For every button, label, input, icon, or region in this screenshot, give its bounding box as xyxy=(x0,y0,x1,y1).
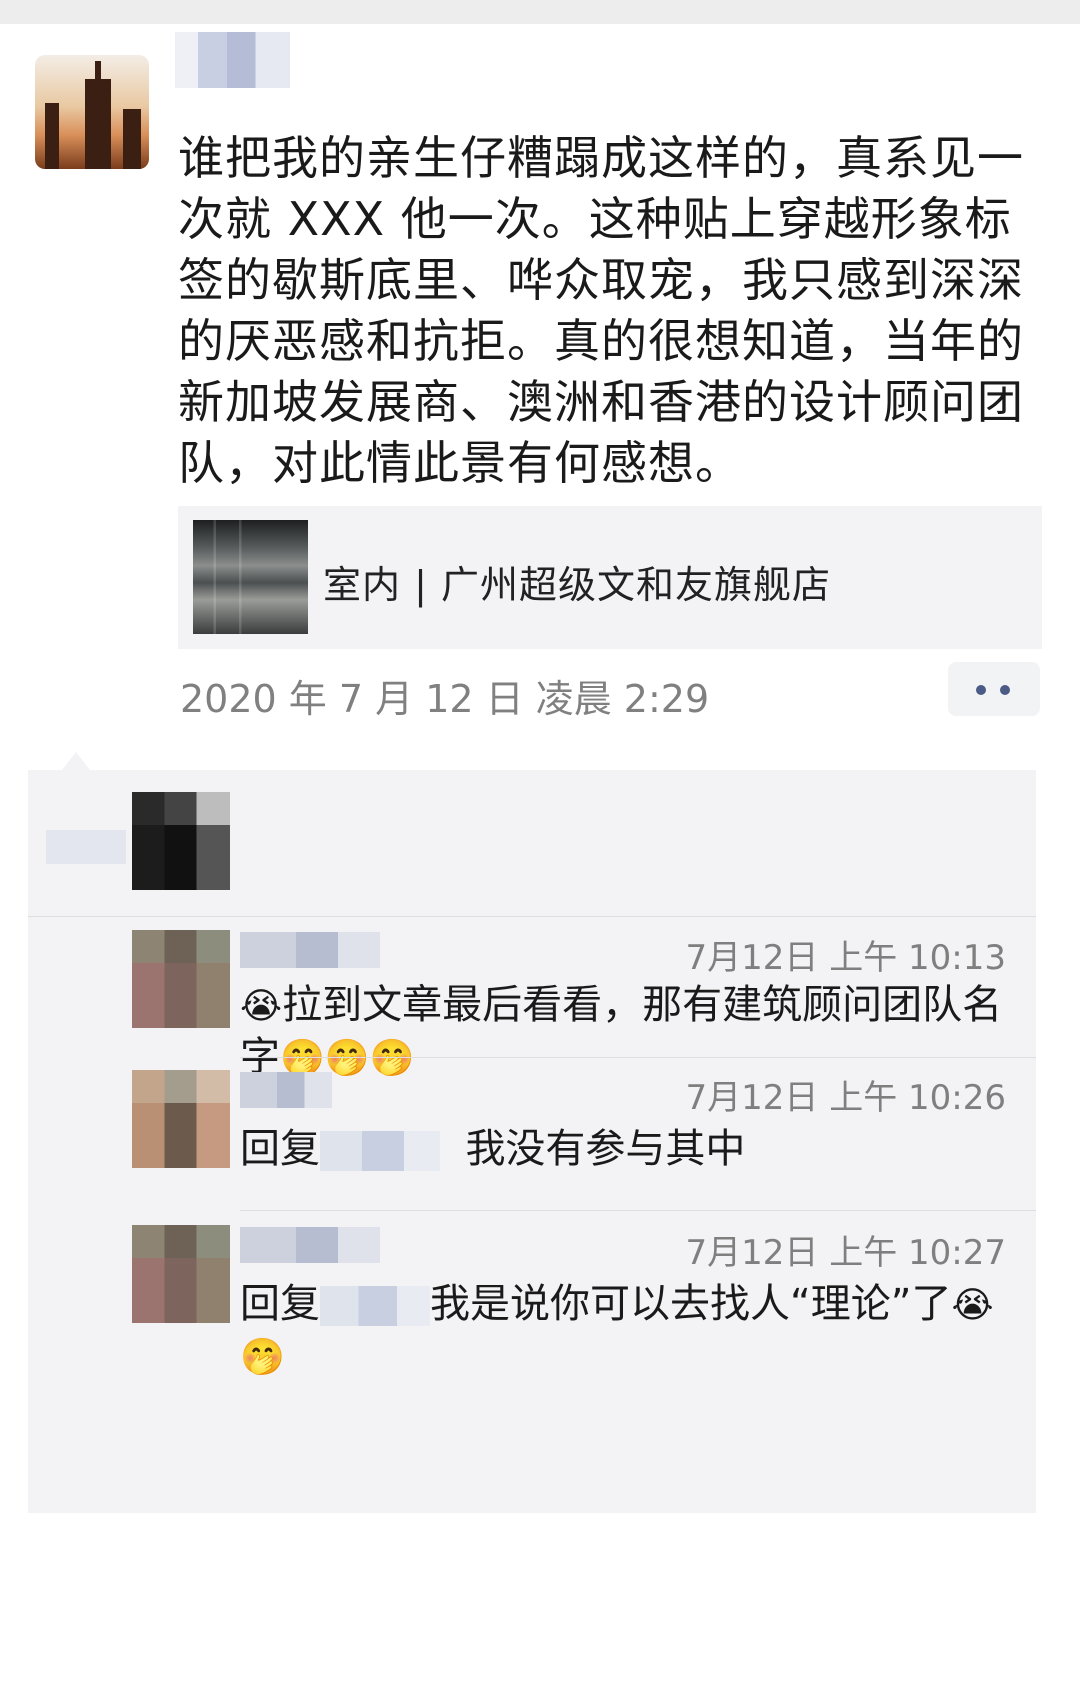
reply-prefix: 回复 xyxy=(240,1281,320,1327)
top-status-strip xyxy=(0,0,1080,24)
avatar-spire xyxy=(95,61,101,169)
link-thumbnail xyxy=(193,520,308,634)
commenter-avatar[interactable] xyxy=(132,1225,230,1323)
comment-time: 7月12日 上午 10:13 xyxy=(685,938,1007,978)
crying-emoji-icon: 😭 xyxy=(240,986,283,1027)
shared-link-card[interactable]: 室内 | 广州超级文和友旗舰店 xyxy=(178,506,1042,649)
poster-name-redacted[interactable] xyxy=(175,32,290,88)
like-icon-redacted xyxy=(46,830,126,864)
comment-text: 回复 我是说你可以去找人“理论”了😭🤭 xyxy=(240,1279,1020,1383)
mention-redacted[interactable] xyxy=(320,1131,440,1171)
commenter-name-redacted[interactable] xyxy=(240,1227,380,1263)
likes-row xyxy=(28,770,1036,916)
comment-divider xyxy=(240,1057,1036,1058)
dot xyxy=(1000,685,1010,695)
more-dots-icon[interactable] xyxy=(948,662,1040,716)
avatar-building-left xyxy=(45,103,59,169)
comment-pointer xyxy=(62,752,90,770)
commenter-avatar[interactable] xyxy=(132,1070,230,1168)
link-title: 室内 | 广州超级文和友旗舰店 xyxy=(323,563,831,607)
comment-body: 我没有参与其中 xyxy=(465,1126,746,1172)
avatar-building-right xyxy=(123,109,141,169)
commenter-name-redacted[interactable] xyxy=(240,1072,332,1108)
commenter-name-redacted[interactable] xyxy=(240,932,380,968)
poster-avatar[interactable] xyxy=(35,55,149,169)
commenter-avatar[interactable] xyxy=(132,930,230,1028)
comment-text: 😭拉到文章最后看看，那有建筑顾问团队名字🤭🤭🤭 xyxy=(240,980,1020,1084)
mention-redacted[interactable] xyxy=(320,1286,430,1326)
likes-divider xyxy=(28,916,1036,917)
comment-time: 7月12日 上午 10:26 xyxy=(685,1078,1007,1118)
reply-prefix: 回复 xyxy=(240,1126,320,1172)
comment-body: 我是说你可以去找人“理论”了 xyxy=(430,1281,952,1327)
comments-panel: 7月12日 上午 10:13 😭拉到文章最后看看，那有建筑顾问团队名字🤭🤭🤭 7… xyxy=(28,770,1036,1513)
comment-divider xyxy=(240,1210,1036,1211)
post-timestamp: 2020 年 7 月 12 日 凌晨 2:29 xyxy=(180,677,710,721)
dot xyxy=(976,685,986,695)
post-text: 谁把我的亲生仔糟蹋成这样的，真系见一次就 XXX 他一次。这种贴上穿越形象标签的… xyxy=(178,131,1024,490)
comment-text: 回复 我没有参与其中 xyxy=(240,1124,1020,1174)
liker-avatar[interactable] xyxy=(132,792,230,890)
comment-time: 7月12日 上午 10:27 xyxy=(685,1233,1007,1273)
